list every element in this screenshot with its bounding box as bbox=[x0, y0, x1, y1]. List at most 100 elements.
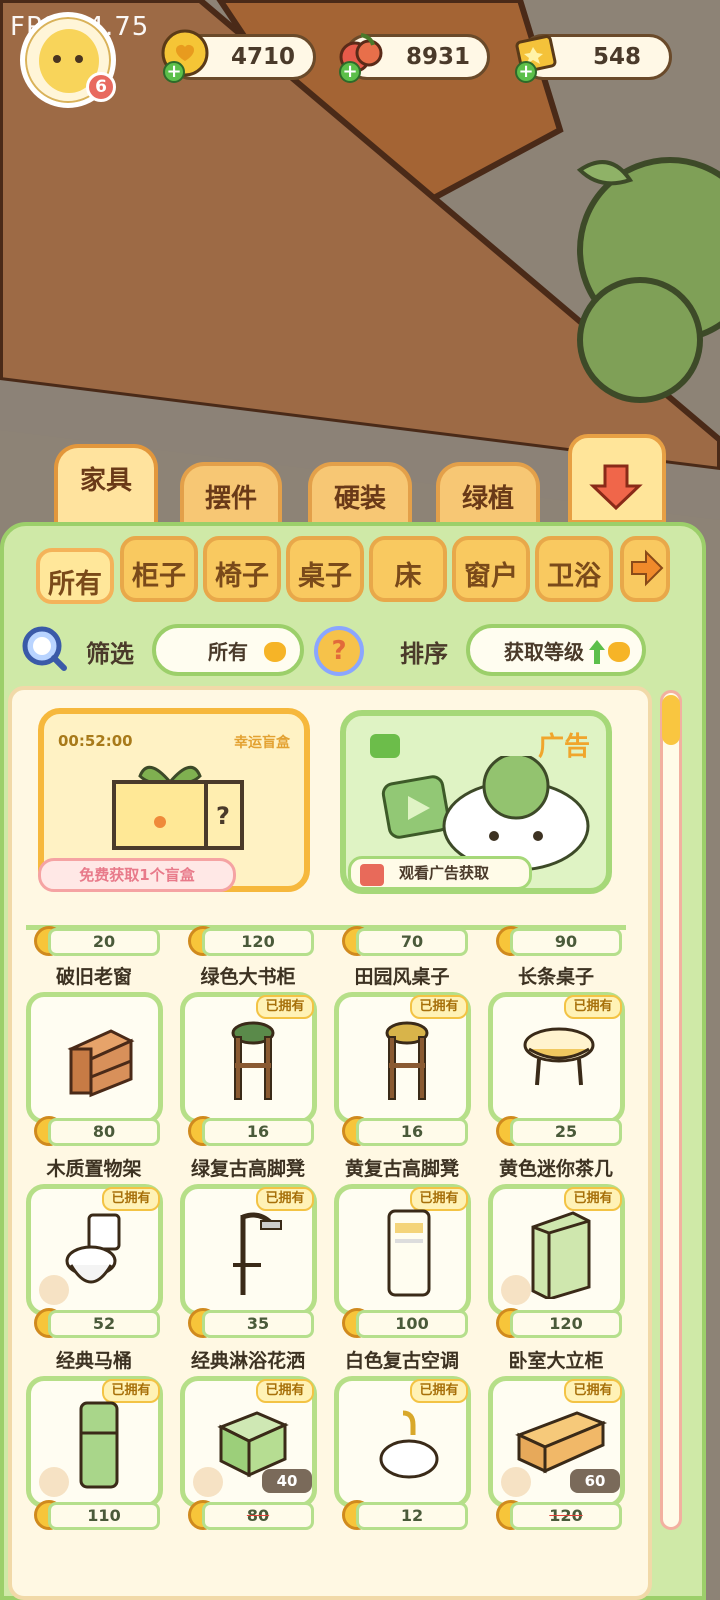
item-price: 80 bbox=[48, 1118, 160, 1146]
item-card[interactable]: 已拥有 bbox=[334, 1376, 471, 1508]
item-price: 52 bbox=[48, 1310, 160, 1338]
subtab-label: 桌子 bbox=[298, 561, 352, 592]
item-name: 绿复古高脚凳 bbox=[190, 1158, 305, 1180]
sale-price-tag: 60 bbox=[570, 1469, 620, 1493]
tab-hardware[interactable]: 硬装 bbox=[308, 462, 412, 526]
tab-plants[interactable]: 绿植 bbox=[436, 462, 540, 526]
item-card[interactable]: 已拥有 bbox=[180, 1184, 317, 1316]
item-price: 120 bbox=[202, 928, 314, 956]
tab-label: 硬装 bbox=[333, 484, 386, 514]
owned-badge: 已拥有 bbox=[564, 1379, 622, 1403]
video-icon bbox=[370, 734, 400, 758]
collapse-panel-button[interactable] bbox=[568, 434, 666, 524]
blind-box-card[interactable]: 00:52:00 幸运盲盒 ? 免费获取1个盲盒 bbox=[38, 708, 310, 892]
item-name: 黄复古高脚凳 bbox=[344, 1158, 459, 1180]
subtab-tables[interactable]: 桌子 bbox=[286, 536, 364, 602]
item-name: 绿色大书柜 bbox=[200, 966, 296, 988]
ticket-counter[interactable]: + 548 bbox=[515, 34, 672, 83]
shower-icon bbox=[233, 1212, 282, 1295]
subtab-label: 窗户 bbox=[464, 561, 518, 592]
add-coins-button[interactable]: + bbox=[163, 61, 185, 83]
item-price: 110 bbox=[48, 1502, 160, 1530]
item-name: 破旧老窗 bbox=[55, 966, 132, 988]
subtab-beds[interactable]: 床 bbox=[369, 536, 447, 602]
filter-value: 所有 bbox=[208, 640, 248, 664]
subtab-all[interactable]: 所有 bbox=[36, 548, 114, 604]
tab-ornaments[interactable]: 摆件 bbox=[180, 462, 282, 526]
item-name: 黄色迷你茶几 bbox=[498, 1158, 613, 1180]
item-card[interactable]: 已拥有 bbox=[488, 992, 625, 1124]
ad-card[interactable]: 广告 观看广告获取 bbox=[340, 710, 612, 894]
tab-label: 家具 bbox=[79, 466, 132, 496]
filter-dropdown[interactable]: 所有 bbox=[152, 624, 304, 676]
svg-text:?: ? bbox=[216, 802, 230, 830]
tab-furniture[interactable]: 家具 bbox=[54, 444, 158, 524]
item-price: 12 bbox=[356, 1502, 468, 1530]
item-name: 白色复古空调 bbox=[344, 1350, 459, 1372]
heart-icon bbox=[501, 1275, 531, 1305]
owned-badge: 已拥有 bbox=[564, 995, 622, 1019]
search-button[interactable] bbox=[20, 624, 67, 671]
sort-value: 获取等级 bbox=[504, 640, 584, 664]
row-top-edge bbox=[26, 906, 626, 930]
subtab-label: 床 bbox=[394, 561, 422, 592]
wardrobe-icon bbox=[531, 1211, 591, 1299]
toilet-icon bbox=[65, 1213, 121, 1284]
item-card[interactable]: 已拥有 bbox=[26, 1184, 163, 1316]
sale-price-tag: 40 bbox=[262, 1469, 312, 1493]
subtab-bathroom[interactable]: 卫浴 bbox=[535, 536, 613, 602]
player-level-badge: 6 bbox=[86, 72, 116, 102]
subtab-label: 卫浴 bbox=[547, 561, 601, 592]
tab-label: 摆件 bbox=[204, 484, 257, 514]
sink-icon bbox=[379, 1410, 439, 1479]
item-card[interactable]: 已拥有 bbox=[26, 1376, 163, 1508]
subtab-label: 椅子 bbox=[215, 561, 269, 592]
air-conditioner-icon bbox=[387, 1209, 431, 1297]
help-icon[interactable]: ? bbox=[314, 626, 364, 676]
fruit-counter[interactable]: + 8931 bbox=[339, 33, 490, 83]
item-card[interactable]: 已拥有 bbox=[488, 1184, 625, 1316]
add-ticket-button[interactable]: + bbox=[515, 61, 537, 83]
owned-badge: 已拥有 bbox=[256, 1379, 314, 1403]
free-blind-box-button[interactable]: 免费获取1个盲盒 bbox=[38, 858, 236, 892]
scrollbar[interactable] bbox=[660, 690, 682, 1530]
item-name: 木质置物架 bbox=[46, 1158, 142, 1180]
item-card[interactable]: 已拥有 bbox=[334, 992, 471, 1124]
scrollbar-thumb[interactable] bbox=[662, 695, 680, 745]
blind-box-icon: ? bbox=[112, 765, 244, 850]
owned-badge: 已拥有 bbox=[410, 1379, 468, 1403]
item-price: 70 bbox=[356, 928, 468, 956]
owned-badge: 已拥有 bbox=[256, 995, 314, 1019]
item-card[interactable]: 已拥有 bbox=[334, 1184, 471, 1316]
item-card[interactable]: 已拥有 60 bbox=[488, 1376, 625, 1508]
item-name: 卧室大立柜 bbox=[508, 1350, 604, 1372]
heart-icon bbox=[39, 1467, 69, 1497]
subtab-cabinets[interactable]: 柜子 bbox=[120, 536, 198, 602]
item-card[interactable] bbox=[26, 992, 163, 1124]
fruit-value: 8931 bbox=[405, 44, 470, 70]
item-price: 90 bbox=[510, 928, 622, 956]
add-fruit-button[interactable]: + bbox=[339, 61, 361, 83]
dropdown-heart-icon bbox=[264, 642, 286, 662]
wooden-shelf-icon bbox=[67, 1029, 135, 1098]
item-price: 100 bbox=[356, 1310, 468, 1338]
arrow-right-icon bbox=[631, 549, 664, 587]
item-price: 120 bbox=[510, 1310, 622, 1338]
item-price: 35 bbox=[202, 1310, 314, 1338]
item-name: 田园风桌子 bbox=[354, 966, 450, 988]
item-name: 经典马桶 bbox=[55, 1350, 132, 1372]
heart-icon bbox=[501, 1467, 531, 1497]
sort-label: 排序 bbox=[400, 640, 448, 668]
subtab-chairs[interactable]: 椅子 bbox=[203, 536, 281, 602]
sort-dropdown[interactable]: 获取等级 bbox=[466, 624, 646, 676]
subtab-next-button[interactable] bbox=[620, 536, 670, 602]
owned-badge: 已拥有 bbox=[410, 995, 468, 1019]
subtab-windows[interactable]: 窗户 bbox=[452, 536, 530, 602]
dropdown-heart-icon bbox=[608, 642, 630, 662]
item-card[interactable]: 已拥有 bbox=[180, 992, 317, 1124]
ticket-value: 548 bbox=[592, 44, 641, 70]
item-card[interactable]: 已拥有 40 bbox=[180, 1376, 317, 1508]
item-name: 经典淋浴花洒 bbox=[190, 1350, 305, 1372]
coin-counter[interactable]: + 4710 bbox=[161, 29, 316, 83]
yellow-stool-icon bbox=[385, 1021, 429, 1100]
